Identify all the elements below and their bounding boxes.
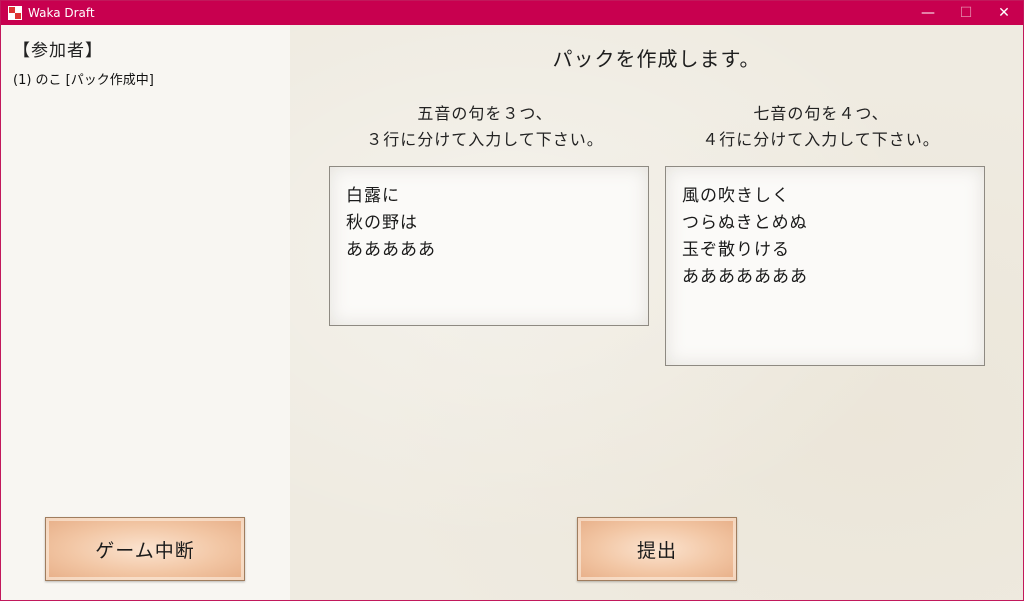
five-instruction-line2: ３行に分けて入力して下さい。 — [366, 130, 604, 149]
abort-game-button[interactable]: ゲーム中断 — [45, 517, 245, 581]
five-syllable-input[interactable]: 白露に 秋の野は あああああ — [329, 166, 649, 326]
five-line-2: 秋の野は — [346, 213, 418, 233]
page-heading: パックを作成します。 — [552, 47, 761, 71]
participants-panel: 【参加者】 (1) のこ [パック作成中] — [1, 25, 290, 600]
five-line-1: 白露に — [346, 186, 400, 206]
seven-instruction-line2: ４行に分けて入力して下さい。 — [702, 130, 940, 149]
close-button[interactable]: ✕ — [985, 1, 1023, 25]
title-bar: Waka Draft — ☐ ✕ — [1, 1, 1023, 25]
seven-line-2: つらぬきとめぬ — [682, 213, 808, 233]
seven-line-1: 風の吹きしく — [682, 186, 790, 206]
seven-line-4: あああああああ — [682, 267, 808, 287]
five-instruction-line1: 五音の句を３つ、 — [417, 104, 553, 123]
seven-syllable-instruction: 七音の句を４つ、 ４行に分けて入力して下さい。 — [656, 101, 986, 153]
main-panel: パックを作成します。 五音の句を３つ、 ３行に分けて入力して下さい。 七音の句を… — [290, 25, 1023, 600]
five-line-3: あああああ — [346, 240, 436, 260]
app-icon — [8, 6, 22, 20]
window-title: Waka Draft — [28, 6, 95, 20]
participants-title: 【参加者】 — [13, 41, 103, 61]
app-window: Waka Draft — ☐ ✕ 【参加者】 (1) のこ [パック作成中] パ… — [0, 0, 1024, 601]
seven-line-3: 玉ぞ散りける — [682, 240, 790, 260]
seven-syllable-input[interactable]: 風の吹きしく つらぬきとめぬ 玉ぞ散りける あああああああ — [665, 166, 985, 366]
seven-instruction-line1: 七音の句を４つ、 — [753, 104, 889, 123]
five-syllable-instruction: 五音の句を３つ、 ３行に分けて入力して下さい。 — [320, 101, 650, 153]
minimize-button[interactable]: — — [909, 1, 947, 25]
submit-button[interactable]: 提出 — [577, 517, 737, 581]
participant-item: (1) のこ [パック作成中] — [13, 73, 154, 88]
maximize-button[interactable]: ☐ — [947, 1, 985, 25]
